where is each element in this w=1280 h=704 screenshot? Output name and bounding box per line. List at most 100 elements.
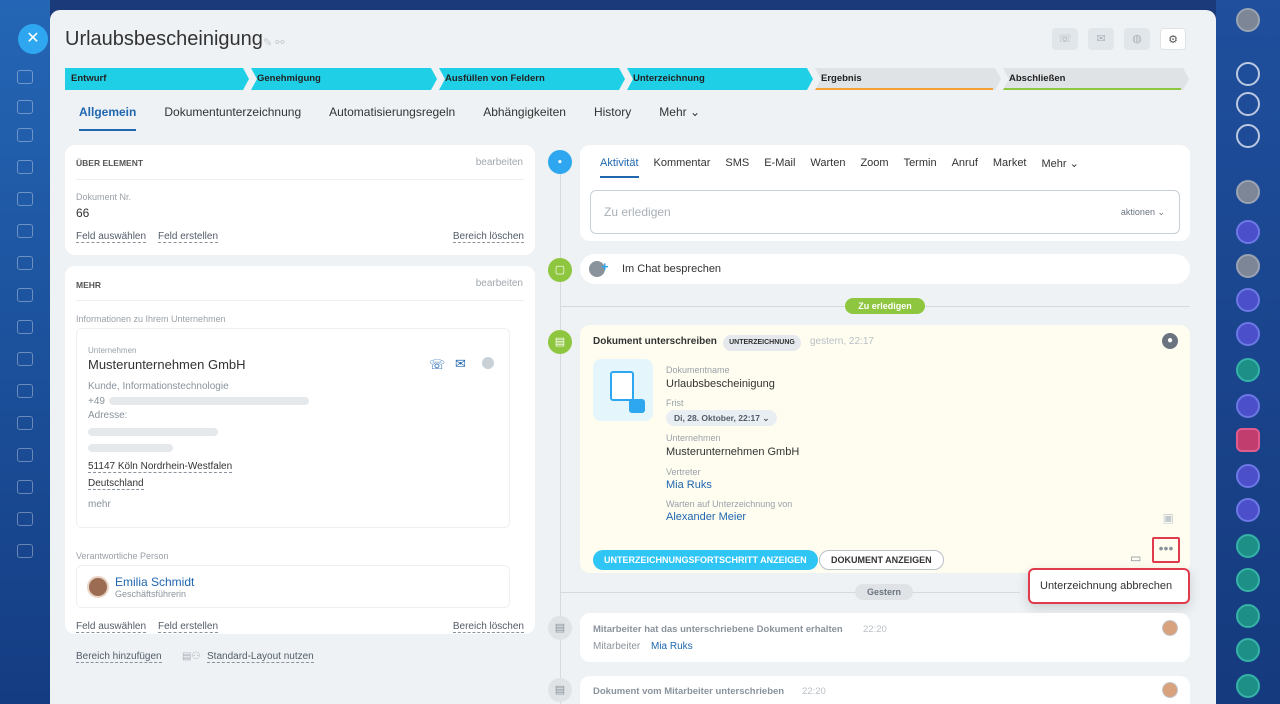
tab-4[interactable]: History bbox=[594, 105, 631, 131]
edit-link[interactable]: bearbeiten bbox=[476, 157, 523, 168]
calendar-icon[interactable] bbox=[17, 256, 33, 270]
activity-tab-0[interactable]: Aktivität bbox=[600, 157, 639, 178]
settings-icon[interactable] bbox=[17, 544, 33, 558]
todo-input[interactable]: Zu erledigen aktionen ⌄ bbox=[590, 190, 1180, 234]
stage-0[interactable]: Entwurf bbox=[65, 68, 249, 90]
document-thumbnail[interactable] bbox=[593, 359, 653, 421]
activity-tab-7[interactable]: Anruf bbox=[952, 157, 978, 178]
chat-icon[interactable] bbox=[17, 320, 33, 334]
lock-icon[interactable] bbox=[1236, 638, 1260, 662]
chat-icon[interactable] bbox=[1236, 498, 1260, 522]
default-layout-link[interactable]: Standard-Layout nutzen bbox=[207, 651, 314, 663]
avatar[interactable] bbox=[1162, 682, 1178, 698]
select-field-link[interactable]: Feld auswählen bbox=[76, 621, 147, 633]
stage-5[interactable]: Abschließen bbox=[1003, 68, 1189, 90]
delete-area-link[interactable]: Bereich löschen bbox=[452, 621, 524, 633]
edit-title-icon[interactable]: ✎ ⚯ bbox=[263, 36, 285, 49]
rep-link[interactable]: Mia Ruks bbox=[666, 479, 712, 491]
crm-icon[interactable] bbox=[17, 224, 33, 238]
chat-icon[interactable] bbox=[1236, 358, 1260, 382]
select-field-link[interactable]: Feld auswählen bbox=[76, 231, 147, 243]
avatar[interactable] bbox=[87, 576, 109, 598]
stage-1[interactable]: Genehmigung bbox=[251, 68, 437, 90]
show-document-button[interactable]: DOKUMENT ANZEIGEN bbox=[819, 550, 944, 570]
edit-link[interactable]: bearbeiten bbox=[476, 278, 523, 289]
chat-icon[interactable]: ◍ bbox=[1124, 28, 1150, 50]
chat-row[interactable]: + Im Chat besprechen bbox=[580, 254, 1190, 284]
progress-button[interactable]: UNTERZEICHNUNGSFORTSCHRITT ANZEIGEN bbox=[593, 550, 818, 570]
contact-avatar[interactable] bbox=[1236, 180, 1260, 204]
copilot-icon[interactable] bbox=[1236, 92, 1260, 116]
phone-icon[interactable]: ☏ bbox=[1052, 28, 1078, 50]
phone-icon[interactable]: ☏ bbox=[429, 357, 445, 373]
stage-4[interactable]: Ergebnis bbox=[815, 68, 1001, 90]
mail-icon[interactable] bbox=[17, 480, 33, 494]
menu-icon[interactable] bbox=[17, 70, 33, 84]
comment-add-icon[interactable]: ▣ bbox=[1163, 511, 1174, 525]
close-icon[interactable]: ✕ bbox=[18, 24, 48, 54]
card-header: Über Element bbox=[76, 158, 144, 168]
chat-icon[interactable] bbox=[1236, 674, 1260, 698]
add-area-link[interactable]: Bereich hinzufügen bbox=[76, 651, 162, 663]
waiting-link[interactable]: Alexander Meier bbox=[666, 511, 746, 523]
documents-icon[interactable] bbox=[17, 192, 33, 206]
history-sub-link[interactable]: Mia Ruks bbox=[651, 641, 693, 652]
more-actions-button[interactable]: ••• bbox=[1152, 537, 1180, 563]
activity-tab-9[interactable]: Mehr ⌄ bbox=[1042, 157, 1079, 178]
lock-icon[interactable] bbox=[1236, 568, 1260, 592]
mail-icon[interactable]: ✉ bbox=[1088, 28, 1114, 50]
tab-1[interactable]: Dokumentunterzeichnung bbox=[164, 105, 301, 131]
tab-5[interactable]: Mehr ⌄ bbox=[659, 105, 700, 131]
gear-icon[interactable]: ⚙ bbox=[1160, 28, 1186, 50]
activity-tab-5[interactable]: Zoom bbox=[860, 157, 888, 178]
stage-2[interactable]: Ausfüllen von Feldern bbox=[439, 68, 625, 90]
create-field-link[interactable]: Feld erstellen bbox=[158, 231, 219, 243]
chat-icon[interactable] bbox=[1236, 288, 1260, 312]
bell-icon[interactable] bbox=[1236, 62, 1260, 86]
tab-2[interactable]: Automatisierungsregeln bbox=[329, 105, 455, 131]
chat-icon[interactable] bbox=[1236, 428, 1260, 452]
lock-icon[interactable] bbox=[1236, 534, 1260, 558]
delete-area-link[interactable]: Bereich löschen bbox=[452, 231, 524, 243]
contact-avatar[interactable] bbox=[1236, 254, 1260, 278]
more-card: Mehr bearbeiten Informationen zu Ihrem U… bbox=[65, 266, 535, 634]
cancel-signing-item[interactable]: Unterzeichnung abbrechen bbox=[1040, 580, 1172, 592]
chat-icon[interactable] bbox=[1236, 220, 1260, 244]
tab-0[interactable]: Allgemein bbox=[79, 105, 137, 131]
search-chat-icon[interactable] bbox=[1236, 124, 1260, 148]
analytics-icon[interactable] bbox=[17, 352, 33, 366]
activity-tab-6[interactable]: Termin bbox=[904, 157, 937, 178]
more-link[interactable]: mehr bbox=[88, 499, 111, 510]
note-icon[interactable]: ▭ bbox=[1130, 551, 1141, 565]
activity-tab-1[interactable]: Kommentar bbox=[654, 157, 711, 178]
chat-icon[interactable] bbox=[482, 357, 494, 369]
chat-icon[interactable] bbox=[1236, 464, 1260, 488]
user-icon[interactable]: ● bbox=[1162, 333, 1178, 349]
tab-3[interactable]: Abhängigkeiten bbox=[483, 105, 566, 131]
tasks-icon[interactable] bbox=[17, 128, 33, 142]
mail-icon[interactable]: ✉ bbox=[455, 356, 466, 372]
chat-icon[interactable] bbox=[1236, 394, 1260, 418]
deadline-picker[interactable]: Di, 28. Oktober, 22:17 ⌄ bbox=[666, 410, 778, 426]
inbox-icon[interactable] bbox=[17, 100, 33, 114]
team-icon[interactable] bbox=[17, 512, 33, 526]
activity-tab-2[interactable]: SMS bbox=[725, 157, 749, 178]
activity-tab-4[interactable]: Warten bbox=[810, 157, 845, 178]
activity-tab-8[interactable]: Market bbox=[993, 157, 1027, 178]
archive-icon[interactable] bbox=[17, 448, 33, 462]
user-avatar[interactable] bbox=[1236, 8, 1260, 32]
actions-dropdown[interactable]: aktionen ⌄ bbox=[1121, 207, 1165, 218]
checklist-icon[interactable] bbox=[17, 288, 33, 302]
lock-icon[interactable] bbox=[1236, 604, 1260, 628]
contacts-icon[interactable] bbox=[17, 160, 33, 174]
chat-icon[interactable] bbox=[1236, 322, 1260, 346]
avatar[interactable] bbox=[1162, 620, 1178, 636]
company-name[interactable]: Musterunternehmen GmbH bbox=[88, 357, 246, 372]
shop-icon[interactable] bbox=[17, 384, 33, 398]
person-name[interactable]: Emilia Schmidt bbox=[115, 575, 194, 589]
history-text: Dokument vom Mitarbeiter unterschrieben bbox=[593, 686, 785, 697]
create-field-link[interactable]: Feld erstellen bbox=[158, 621, 219, 633]
sign-icon[interactable] bbox=[17, 416, 33, 430]
stage-3[interactable]: Unterzeichnung bbox=[627, 68, 813, 90]
activity-tab-3[interactable]: E-Mail bbox=[764, 157, 795, 178]
